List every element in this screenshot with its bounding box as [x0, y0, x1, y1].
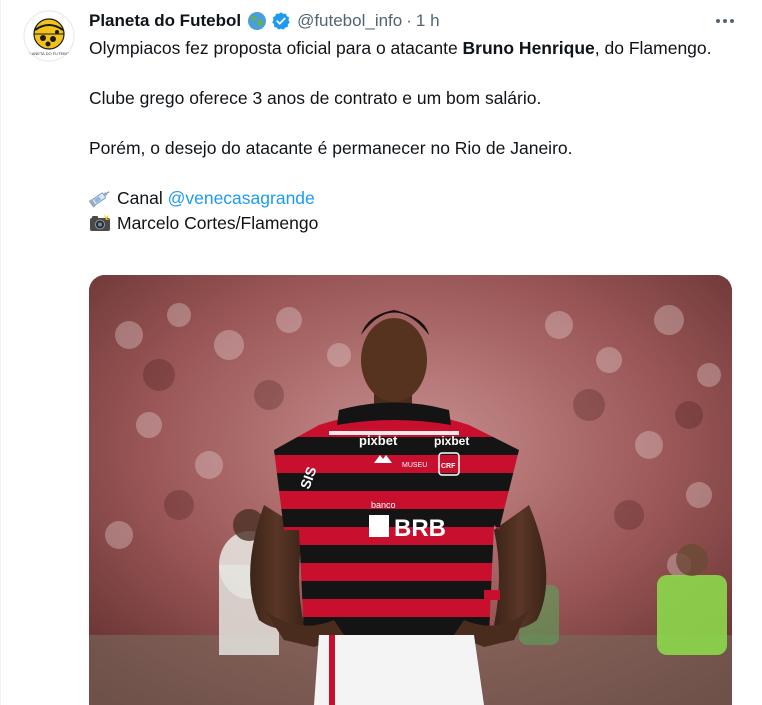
tweet-line-2: Clube grego oferece 3 anos de contrato e… [89, 88, 542, 108]
tweet-text: Olympiacos fez proposta oficial para o a… [88, 36, 729, 236]
globe-icon [247, 11, 267, 31]
shirt-brb-text: BRB [394, 515, 446, 542]
tweet-line-canal: Canal @venecasagrande [88, 186, 729, 211]
player-name: Bruno Henrique [462, 38, 595, 58]
tweet-card[interactable]: PLANETA DO FUTEBOL Planeta do Futebol @f… [0, 0, 762, 705]
shirt-museum-text: MUSEU [402, 462, 427, 469]
photo-credit: Marcelo Cortes/Flamengo [117, 213, 319, 233]
svg-text:PLANETA DO FUTEBOL: PLANETA DO FUTEBOL [27, 51, 72, 56]
tweet-photo[interactable]: pixbet pixbet SIS MUSEU CRF banco BRB [89, 275, 732, 705]
author-name[interactable]: Planeta do Futebol [89, 11, 241, 31]
more-icon[interactable] [708, 10, 742, 32]
line1-tail: , do Flamengo. [594, 38, 712, 58]
shirt-sponsor-left: pixbet [359, 433, 398, 448]
syringe-icon [88, 188, 111, 208]
shirt-crest: CRF [441, 463, 456, 470]
verified-icon [271, 11, 291, 31]
line1-text: Olympiacos fez proposta oficial para o a… [89, 38, 463, 58]
tweet-line-credit: Marcelo Cortes/Flamengo [89, 211, 729, 236]
shirt-sponsor-right: pixbet [434, 434, 469, 448]
tweet-line-3: Porém, o desejo do atacante é permanecer… [89, 138, 573, 158]
canal-mention-link[interactable]: @venecasagrande [168, 188, 315, 208]
tweet-timestamp[interactable]: 1 h [416, 11, 440, 31]
avatar[interactable]: PLANETA DO FUTEBOL [23, 10, 75, 62]
canal-label: Canal [117, 188, 168, 208]
shirt-banco-text: banco [371, 500, 396, 510]
author-handle[interactable]: @futebol_info [297, 11, 402, 31]
separator-dot: · [406, 11, 412, 30]
tweet-line-1: Olympiacos fez proposta oficial para o a… [89, 36, 729, 61]
camera-flash-icon [89, 213, 111, 233]
tweet-header: Planeta do Futebol @futebol_info · 1 h [89, 10, 742, 32]
